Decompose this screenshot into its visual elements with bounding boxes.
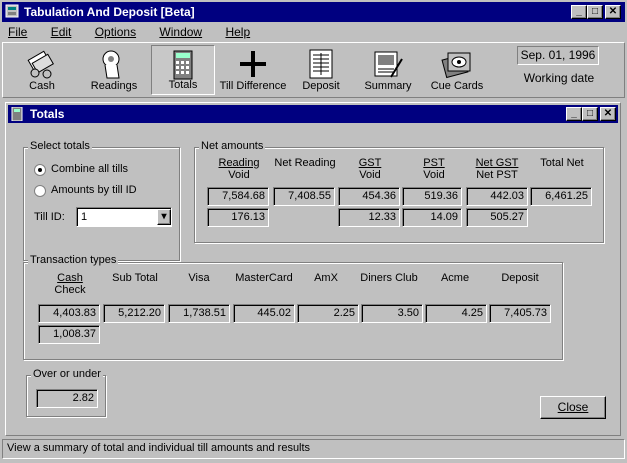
sub-total-value: 5,212.20	[103, 304, 165, 323]
radio-selected-icon	[34, 164, 46, 176]
total-net-value: 6,461.25	[530, 187, 592, 206]
menu-bar: File Edit Options Window Help	[8, 24, 270, 42]
net-reading-value: 7,408.55	[273, 187, 335, 206]
totals-window: Totals _ □ ✕ Select totals Combine all t…	[5, 102, 621, 436]
gst-value: 454.36	[338, 187, 400, 206]
toolbar: Cash Readings Totals Till Difference Dep…	[2, 42, 625, 98]
net-amounts-label: Net amounts	[199, 140, 266, 152]
over-under-value: 2.82	[36, 389, 98, 408]
child-minimize-button[interactable]: _	[566, 107, 582, 121]
menu-help[interactable]: Help	[225, 25, 260, 39]
header-deposit: Deposit	[501, 272, 539, 284]
maximize-button[interactable]: □	[587, 5, 603, 19]
close-button[interactable]: Close	[540, 396, 606, 419]
select-totals-label: Select totals	[28, 140, 92, 152]
pst-value: 519.36	[402, 187, 462, 206]
till-id-select[interactable]: 1 ▾	[76, 207, 172, 227]
toolbar-till-difference-button[interactable]: Till Difference	[217, 45, 289, 95]
child-maximize-button[interactable]: □	[582, 107, 598, 121]
check-value: 1,008.37	[38, 325, 100, 344]
amx-value: 2.25	[297, 304, 359, 323]
acme-value: 4.25	[425, 304, 487, 323]
header-diners-club: Diners Club	[360, 272, 418, 284]
header-cash-check: Cash Check	[54, 272, 86, 296]
totals-title-bar[interactable]: Totals _ □ ✕	[8, 105, 618, 123]
mastercard-value: 445.02	[233, 304, 295, 323]
transaction-types-label: Transaction types	[28, 254, 119, 266]
working-date-label: Working date	[523, 71, 595, 85]
net-gst-value: 442.03	[466, 187, 528, 206]
gst-void-value: 12.33	[338, 208, 400, 227]
toolbar-summary-button[interactable]: Summary	[357, 45, 419, 95]
header-visa: Visa	[188, 272, 210, 284]
pst-void-value: 14.09	[402, 208, 462, 227]
cue-cards-icon	[441, 52, 471, 79]
minimize-button[interactable]: _	[571, 5, 587, 19]
visa-value: 1,738.51	[168, 304, 230, 323]
app-icon[interactable]	[5, 4, 19, 18]
totals-window-title: Totals	[30, 107, 65, 121]
over-under-label: Over or under	[31, 368, 103, 380]
header-total-net: Total Net	[540, 157, 584, 169]
net-pst-value: 505.27	[466, 208, 528, 227]
diners-club-value: 3.50	[361, 304, 423, 323]
cash-icon	[27, 50, 54, 79]
menu-file[interactable]: File	[8, 25, 37, 39]
header-acme: Acme	[440, 272, 470, 284]
till-id-label: Till ID:	[34, 211, 65, 223]
close-window-button[interactable]: ✕	[605, 5, 621, 19]
header-net-gst-pst: Net GST Net PST	[475, 157, 519, 181]
radio-empty-icon	[34, 185, 46, 197]
chevron-down-icon[interactable]: ▾	[157, 209, 171, 225]
header-amx: AmX	[314, 272, 338, 284]
readings-icon	[102, 50, 120, 79]
calculator-icon[interactable]	[11, 106, 23, 122]
status-bar: View a summary of total and individual t…	[2, 439, 625, 459]
cash-value: 4,403.83	[38, 304, 100, 323]
menu-options[interactable]: Options	[95, 25, 146, 39]
summary-icon	[374, 51, 403, 78]
child-close-button[interactable]: ✕	[600, 107, 616, 121]
reading-void-value: 176.13	[207, 208, 269, 227]
deposit-value: 7,405.73	[489, 304, 551, 323]
working-date-field: Sep. 01, 1996	[517, 46, 599, 65]
toolbar-cash-button[interactable]: Cash	[9, 45, 75, 95]
menu-edit[interactable]: Edit	[51, 25, 82, 39]
header-gst-void: GST Void	[358, 157, 382, 181]
toolbar-readings-button[interactable]: Readings	[79, 45, 149, 95]
app-title: Tabulation And Deposit [Beta]	[24, 5, 195, 19]
plus-icon	[240, 51, 266, 77]
toolbar-deposit-button[interactable]: Deposit	[293, 45, 349, 95]
status-text: View a summary of total and individual t…	[7, 442, 311, 454]
header-mastercard: MasterCard	[235, 272, 293, 284]
header-reading-void: Reading Void	[218, 157, 260, 181]
mdi-client: Totals _ □ ✕ Select totals Combine all t…	[2, 99, 625, 438]
menu-window[interactable]: Window	[159, 25, 212, 39]
reading-value: 7,584.68	[207, 187, 269, 206]
header-sub-total: Sub Total	[112, 272, 158, 284]
calculator-icon	[173, 50, 193, 80]
toolbar-totals-button[interactable]: Totals	[151, 45, 215, 95]
deposit-slip-icon	[309, 49, 333, 79]
toolbar-cue-cards-button[interactable]: Cue Cards	[423, 45, 491, 95]
app-title-bar[interactable]: Tabulation And Deposit [Beta] _ □ ✕	[2, 2, 625, 22]
header-pst-void: PST Void	[423, 157, 445, 181]
header-net-reading: Net Reading	[274, 157, 336, 169]
